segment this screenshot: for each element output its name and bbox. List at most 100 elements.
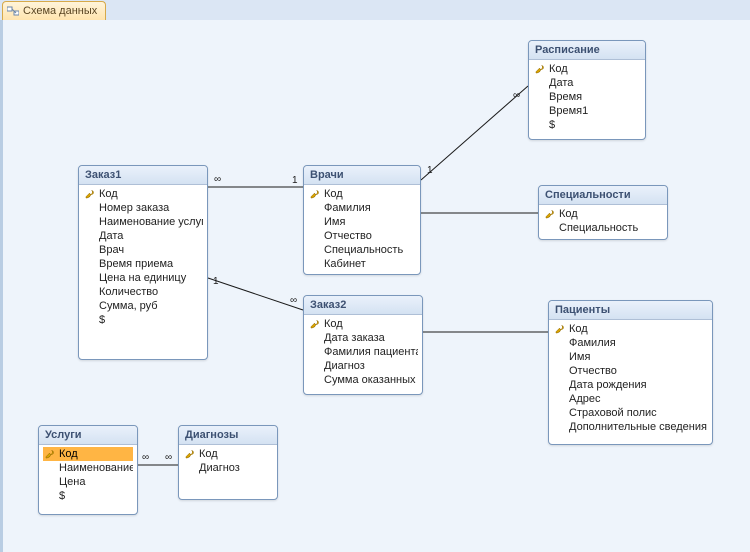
table-vrachi[interactable]: Врачи КодФамилияИмяОтчествоСпециальность…	[303, 165, 421, 275]
table-field[interactable]: Код	[43, 447, 133, 461]
field-label: Врач	[99, 244, 124, 256]
cardinality-label: ∞	[213, 174, 222, 185]
field-label: Время	[549, 91, 582, 103]
table-uslugi[interactable]: Услуги КодНаименованиеЦена$	[38, 425, 138, 515]
field-label: Код	[199, 448, 218, 460]
table-field[interactable]: Дополнительные сведения	[553, 420, 708, 434]
table-field[interactable]: Диагноз	[183, 461, 273, 475]
table-field[interactable]: Наименование	[43, 461, 133, 475]
table-field[interactable]: Специальность	[308, 243, 416, 257]
field-label: Адрес	[569, 393, 601, 405]
table-title[interactable]: Расписание	[529, 41, 645, 60]
table-field[interactable]: Номер заказа	[83, 201, 203, 215]
table-field[interactable]: Врач	[83, 243, 203, 257]
table-field[interactable]: Наименование услуг	[83, 215, 203, 229]
table-field[interactable]: Фамилия пациента	[308, 345, 418, 359]
primary-key-icon	[545, 209, 555, 219]
primary-key-icon	[310, 189, 320, 199]
tab-schema[interactable]: Схема данных	[2, 1, 106, 20]
field-label: $	[99, 314, 105, 326]
cardinality-label: 1	[426, 165, 434, 176]
field-label: Отчество	[569, 365, 617, 377]
table-field[interactable]: Сумма, руб	[83, 299, 203, 313]
table-field[interactable]: Время приема	[83, 257, 203, 271]
table-raspisanie[interactable]: Расписание КодДата Время Время1 $	[528, 40, 646, 140]
table-zakaz2[interactable]: Заказ2 КодДата заказаФамилия пациентаДиа…	[303, 295, 423, 395]
relationship-canvas[interactable]: ∞ 1 1 ∞ 1 ∞ ∞ ∞ Заказ1 КодНомер заказаНа…	[0, 20, 750, 552]
table-field[interactable]: Время	[533, 90, 641, 104]
field-label: Сумма, руб	[99, 300, 158, 312]
relationships-icon	[7, 5, 19, 17]
primary-key-icon	[310, 319, 320, 329]
primary-key-icon	[185, 449, 195, 459]
table-field[interactable]: Код	[183, 447, 273, 461]
field-label: Специальность	[559, 222, 638, 234]
field-label: Диагноз	[199, 462, 240, 474]
table-field[interactable]: Диагноз	[308, 359, 418, 373]
field-label: Цена на единицу	[99, 272, 186, 284]
table-field[interactable]: Кабинет	[308, 257, 416, 271]
table-field[interactable]: Код	[553, 322, 708, 336]
field-label: Страховой полис	[569, 407, 657, 419]
table-spetsialnosti[interactable]: Специальности Код Специальность	[538, 185, 668, 240]
table-field[interactable]: Фамилия	[308, 201, 416, 215]
table-field[interactable]: Код	[83, 187, 203, 201]
primary-key-icon	[555, 324, 565, 334]
tabbar: Схема данных	[0, 0, 750, 21]
table-field[interactable]: Дата	[83, 229, 203, 243]
field-label: $	[549, 119, 555, 131]
field-label: Фамилия	[324, 202, 371, 214]
field-label: Дата	[549, 77, 573, 89]
table-field[interactable]: Дата заказа	[308, 331, 418, 345]
field-label: Время1	[549, 105, 588, 117]
primary-key-icon	[535, 64, 545, 74]
field-label: Наименование услуг	[99, 216, 203, 228]
field-label: Специальность	[324, 244, 403, 256]
table-field[interactable]: $	[83, 313, 203, 327]
cardinality-label: 1	[212, 276, 220, 287]
table-field[interactable]: Время1	[533, 104, 641, 118]
field-list: Код Диагноз	[179, 447, 277, 475]
cardinality-label: ∞	[164, 452, 173, 463]
field-label: Дата	[99, 230, 123, 242]
table-field[interactable]: Отчество	[308, 229, 416, 243]
table-field[interactable]: Дата рождения	[553, 378, 708, 392]
table-field[interactable]: Адрес	[553, 392, 708, 406]
field-label: Код	[569, 323, 588, 335]
table-title[interactable]: Заказ2	[304, 296, 422, 315]
table-title[interactable]: Услуги	[39, 426, 137, 445]
field-label: Дата рождения	[569, 379, 647, 391]
table-field[interactable]: Имя	[553, 350, 708, 364]
table-field[interactable]: Код	[533, 62, 641, 76]
table-field[interactable]: Код	[543, 207, 663, 221]
table-field[interactable]: Код	[308, 317, 418, 331]
field-label: Дата заказа	[324, 332, 385, 344]
table-title[interactable]: Врачи	[304, 166, 420, 185]
field-label: Код	[59, 448, 78, 460]
table-field[interactable]: Имя	[308, 215, 416, 229]
table-zakaz1[interactable]: Заказ1 КодНомер заказаНаименование услуг…	[78, 165, 208, 360]
table-title[interactable]: Диагнозы	[179, 426, 277, 445]
table-field[interactable]: Цена	[43, 475, 133, 489]
table-field[interactable]: Цена на единицу	[83, 271, 203, 285]
table-diagnozy[interactable]: Диагнозы Код Диагноз	[178, 425, 278, 500]
table-field[interactable]: Количество	[83, 285, 203, 299]
table-field[interactable]: Специальность	[543, 221, 663, 235]
table-title[interactable]: Специальности	[539, 186, 667, 205]
table-field[interactable]: Страховой полис	[553, 406, 708, 420]
field-label: Сумма оказанных	[324, 374, 416, 386]
primary-key-icon	[45, 449, 55, 459]
tab-title: Схема данных	[23, 5, 97, 17]
table-field[interactable]: Дата	[533, 76, 641, 90]
table-patsienty[interactable]: Пациенты КодФамилияИмяОтчество Дата рожде…	[548, 300, 713, 445]
table-title[interactable]: Пациенты	[549, 301, 712, 320]
table-field[interactable]: Код	[308, 187, 416, 201]
table-field[interactable]: Отчество	[553, 364, 708, 378]
cardinality-label: ∞	[289, 295, 298, 306]
field-label: Код	[559, 208, 578, 220]
table-field[interactable]: $	[43, 489, 133, 503]
table-field[interactable]: $	[533, 118, 641, 132]
table-title[interactable]: Заказ1	[79, 166, 207, 185]
table-field[interactable]: Сумма оказанных	[308, 373, 418, 387]
table-field[interactable]: Фамилия	[553, 336, 708, 350]
